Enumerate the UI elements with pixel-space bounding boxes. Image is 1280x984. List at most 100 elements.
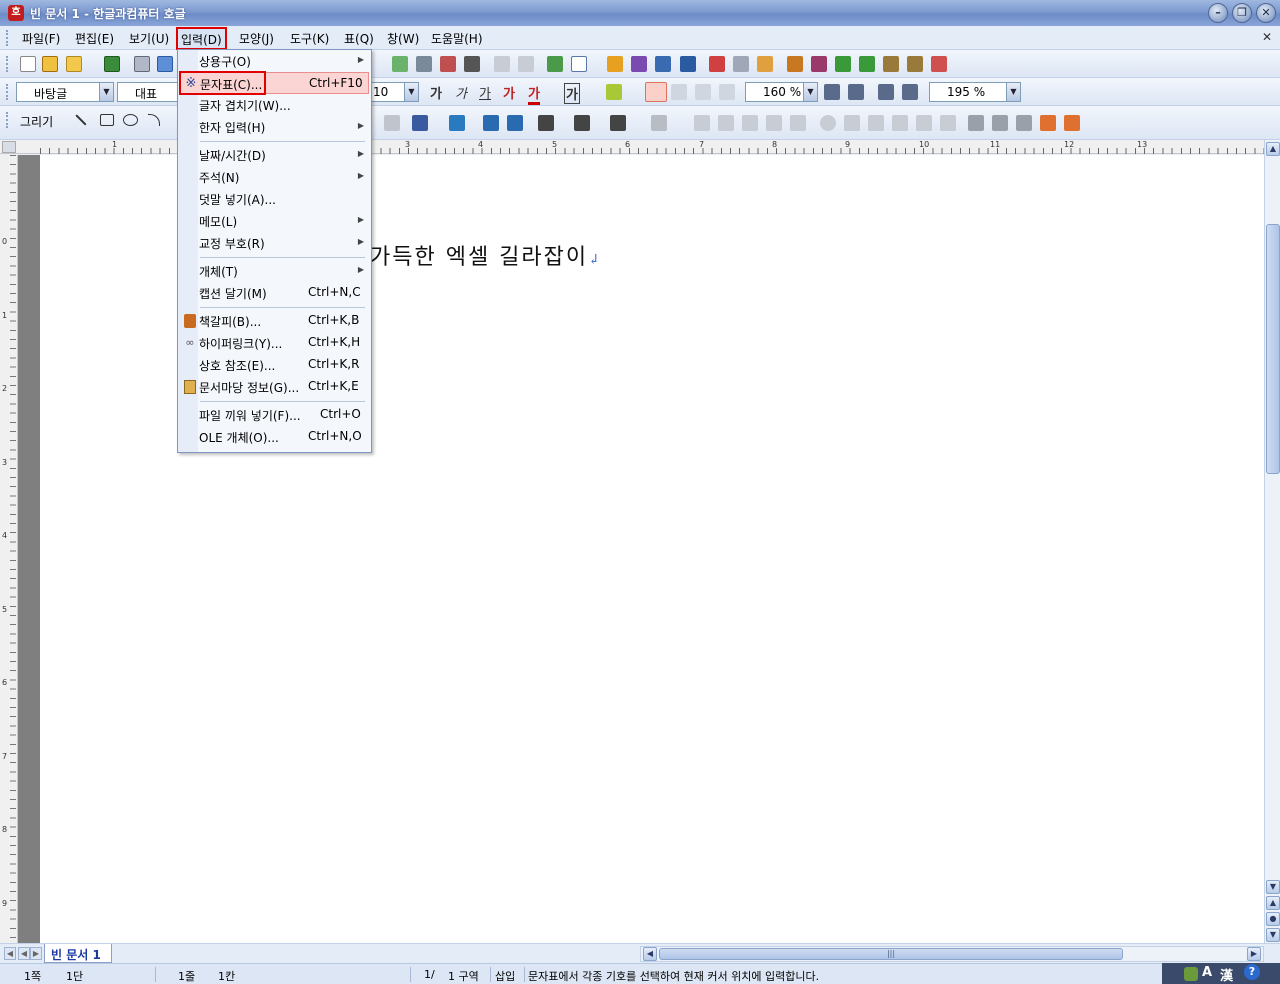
object-move-icon[interactable] (1016, 115, 1032, 131)
underline-icon[interactable]: 가 (479, 83, 491, 102)
menu-window[interactable]: 창(W) (384, 30, 422, 47)
link-disabled-icon[interactable] (494, 56, 510, 72)
ungroup-icon[interactable] (718, 115, 734, 131)
align-top-icon[interactable] (820, 115, 836, 131)
insert-picture-icon[interactable] (547, 56, 563, 72)
menu-item-insert-file[interactable]: 파일 끼워 넣기(F)... Ctrl+O (180, 404, 369, 426)
rotate-icon[interactable] (766, 115, 782, 131)
arrow-style-icon[interactable] (610, 115, 626, 131)
bring-front-icon[interactable] (483, 115, 499, 131)
memo-icon[interactable] (757, 56, 773, 72)
menu-item-phrases[interactable]: 상용구(O) ▶ (180, 50, 369, 72)
mail-merge-1-icon[interactable] (883, 56, 899, 72)
menu-file[interactable]: 파일(F) (19, 30, 63, 47)
web-icon[interactable] (931, 56, 947, 72)
page-select-button[interactable]: ● (1266, 912, 1280, 926)
menu-table[interactable]: 표(Q) (341, 30, 377, 47)
ime-help-icon[interactable]: ? (1244, 964, 1260, 980)
menu-item-bookmark[interactable]: 책갈피(B)... Ctrl+K,B (180, 310, 369, 332)
align-center-icon[interactable] (695, 84, 711, 100)
status-char[interactable]: 1칸 (218, 968, 235, 984)
menu-item-object[interactable]: 개체(T) ▶ (180, 260, 369, 282)
bullet-list-icon[interactable] (902, 84, 918, 100)
text-art-icon[interactable] (440, 56, 456, 72)
status-mode[interactable]: 삽입 (495, 968, 515, 984)
font-color-icon[interactable]: 가 (528, 83, 540, 105)
shadow-icon[interactable] (651, 115, 667, 131)
symbol-icon[interactable] (680, 56, 696, 72)
draw-label[interactable]: 그리기 (20, 113, 53, 130)
menu-insert[interactable]: 입력(D) (176, 27, 227, 50)
menu-view[interactable]: 보기(U) (126, 30, 172, 47)
justify-align-icon[interactable] (645, 82, 667, 102)
arc-tool-icon[interactable] (148, 114, 160, 126)
columns-icon[interactable] (464, 56, 480, 72)
distribute-icon[interactable] (790, 115, 806, 131)
presentation-icon[interactable] (811, 56, 827, 72)
numbered-list-icon[interactable] (878, 84, 894, 100)
menu-item-ole-object[interactable]: OLE 개체(O)... Ctrl+N,O (180, 426, 369, 448)
ime-icon[interactable] (1184, 967, 1198, 981)
caption-icon[interactable] (709, 56, 725, 72)
status-section[interactable]: 1 구역 (448, 968, 479, 984)
char-shape-icon[interactable] (631, 56, 647, 72)
ime-hanja-icon[interactable]: 漢 (1220, 965, 1233, 984)
indent-increase-icon[interactable] (848, 84, 864, 100)
align-middle-icon[interactable] (844, 115, 860, 131)
insert-table-icon[interactable] (571, 56, 587, 72)
object-arrange-icon[interactable] (1064, 115, 1080, 131)
subscript-2-icon[interactable] (859, 56, 875, 72)
document-line[interactable]: 가득한 엑셀 길라잡이 (370, 245, 588, 270)
align-left-icon[interactable] (671, 84, 687, 100)
template-icon[interactable] (42, 56, 58, 72)
menu-item-symbol-table[interactable]: ※ 문자표(C)... Ctrl+F10 (179, 71, 369, 95)
chevron-down-icon[interactable]: ▼ (803, 83, 817, 101)
chevron-down-icon[interactable]: ▼ (99, 83, 113, 101)
menu-item-hanja-input[interactable]: 한자 입력(H) ▶ (180, 116, 369, 138)
scroll-up-button[interactable]: ▲ (1266, 142, 1280, 156)
formula-icon[interactable] (655, 56, 671, 72)
document-text[interactable]: 가득한 엑셀 길라잡이↲ (370, 239, 602, 271)
scroll-down-button[interactable]: ▼ (1266, 880, 1280, 894)
menu-tools[interactable]: 도구(K) (287, 30, 332, 47)
save-icon[interactable] (104, 56, 120, 72)
char-border-icon[interactable]: 가 (564, 83, 580, 104)
next-page-button[interactable]: ▼ (1266, 928, 1280, 942)
ime-english-icon[interactable]: A (1202, 965, 1212, 980)
menu-item-hyperlink[interactable]: ∞ 하이퍼링크(Y)... Ctrl+K,H (180, 332, 369, 354)
status-line[interactable]: 1줄 (178, 968, 195, 984)
document-tab[interactable]: 빈 문서 1 (44, 944, 112, 963)
bold-icon[interactable]: 가 (430, 83, 442, 102)
font-group-combo[interactable]: 대표 (117, 82, 179, 102)
menu-item-document-info[interactable]: 문서마당 정보(G)... Ctrl+K,E (180, 376, 369, 398)
triangle-icon[interactable] (892, 115, 908, 131)
menu-edit[interactable]: 편집(E) (72, 30, 117, 47)
preview-icon[interactable] (157, 56, 173, 72)
tab-first-button[interactable]: ◀ (4, 947, 16, 960)
horizontal-scroll-thumb[interactable]: ||| (659, 948, 1123, 960)
font-size-combo[interactable]: 10 ▼ (369, 82, 419, 102)
line-tool-icon[interactable] (75, 114, 87, 126)
align-right-icon[interactable] (719, 84, 735, 100)
group-icon[interactable] (694, 115, 710, 131)
italic-icon[interactable]: 가 (455, 83, 467, 102)
unlink-disabled-icon[interactable] (518, 56, 534, 72)
tab-prev-button[interactable]: ◀ (18, 947, 30, 960)
copy-shape-icon[interactable] (733, 56, 749, 72)
toolbar-grip[interactable] (6, 112, 9, 128)
mdi-close-icon[interactable]: ✕ (1262, 30, 1272, 44)
mail-merge-2-icon[interactable] (907, 56, 923, 72)
menu-item-caption[interactable]: 캡션 달기(M) Ctrl+N,C (180, 282, 369, 304)
align-bottom-icon[interactable] (868, 115, 884, 131)
play-icon[interactable] (916, 115, 932, 131)
vertical-scroll-thumb[interactable] (1266, 224, 1280, 474)
menu-item-date-time[interactable]: 날짜/시간(D) ▶ (180, 144, 369, 166)
line-spacing-combo[interactable]: 160 % ▼ (745, 82, 818, 102)
menu-format[interactable]: 모양(J) (236, 30, 277, 47)
scroll-left-button[interactable]: ◀ (643, 947, 657, 961)
toolbar-grip[interactable] (6, 84, 9, 100)
menubar-grip[interactable] (6, 30, 9, 46)
chevron-down-icon[interactable]: ▼ (404, 83, 418, 101)
bookmark-toolbar-icon[interactable] (787, 56, 803, 72)
minimize-button[interactable]: – (1208, 3, 1228, 23)
